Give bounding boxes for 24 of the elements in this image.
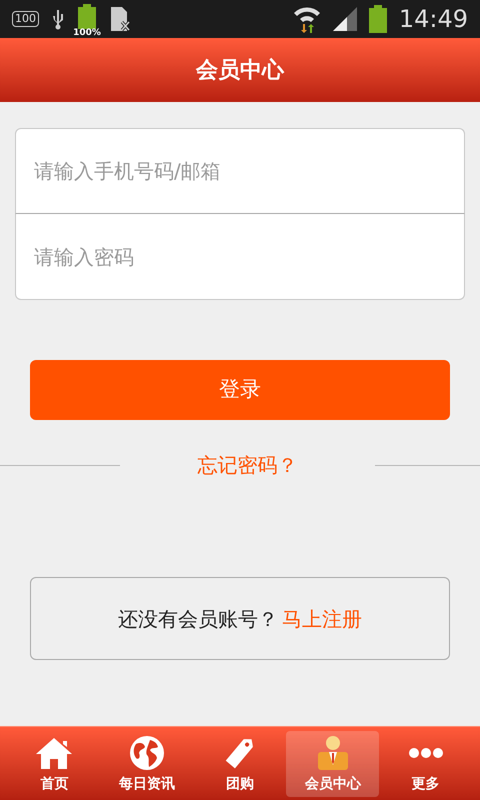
home-icon <box>34 736 74 770</box>
battery-icon <box>368 5 387 33</box>
tab-item[interactable]: 每日资讯 <box>100 730 194 796</box>
more-icon <box>408 746 443 758</box>
tab-item[interactable]: 首页 <box>8 730 101 796</box>
tab-item[interactable]: 更多 <box>379 730 472 796</box>
register-link[interactable]: 马上注册 <box>282 604 362 634</box>
storage-label: 100 <box>12 11 39 27</box>
person-icon <box>316 734 349 770</box>
sim-card-icon <box>109 6 131 32</box>
globe-icon <box>128 734 166 772</box>
wifi-icon <box>292 5 321 33</box>
battery-label: 100% <box>72 29 102 38</box>
register-prompt: 还没有会员账号？ <box>118 606 278 632</box>
forgot-password-link[interactable]: 忘记密码？ <box>198 450 298 480</box>
usb-icon <box>51 8 65 30</box>
password-field[interactable]: 请输入密码 <box>15 214 465 300</box>
tab-item[interactable]: 团购 <box>194 730 286 796</box>
account-field[interactable]: 请输入手机号码/邮箱 <box>15 128 465 214</box>
clock-time: 14:49 <box>398 7 468 31</box>
tab-item[interactable]: 会员中心 <box>286 730 380 796</box>
login-button[interactable]: 登录 <box>30 360 450 420</box>
signal-icon <box>332 7 357 31</box>
page-title: 会员中心 <box>196 56 284 84</box>
